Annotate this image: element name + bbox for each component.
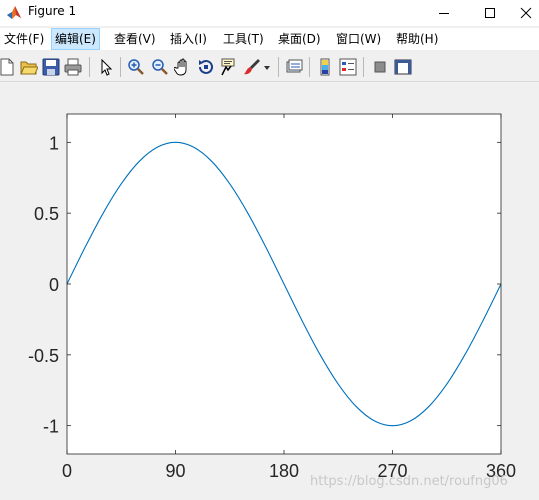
x-tick-label: 0: [62, 461, 72, 481]
save-icon[interactable]: [42, 58, 60, 76]
zoom-in-icon[interactable]: [127, 58, 145, 76]
brush-dropdown-icon[interactable]: [262, 58, 272, 76]
menu-edit[interactable]: 编辑(E): [51, 28, 100, 50]
brush-icon[interactable]: [243, 58, 261, 76]
menu-bar: 文件(F) 编辑(E) 查看(V) 插入(I) 工具(T) 桌面(D) 窗口(W…: [0, 28, 539, 50]
toolbar-separator: [363, 57, 364, 77]
menu-tools[interactable]: 工具(T): [220, 28, 267, 50]
y-tick-label: 0: [49, 275, 59, 295]
close-icon: [520, 7, 532, 19]
watermark-text: https://blog.csdn.net/roufng06: [310, 474, 508, 489]
insert-colorbar-icon[interactable]: [316, 58, 334, 76]
figure-canvas: 0 90 180 270 360 1 0.5 0 -0.5 -1: [0, 83, 539, 500]
matlab-logo-icon: [6, 5, 22, 21]
pan-hand-icon[interactable]: [174, 58, 192, 76]
link-plot-icon[interactable]: [285, 58, 303, 76]
toolbar-separator: [89, 57, 90, 77]
zoom-out-icon[interactable]: [151, 58, 169, 76]
insert-legend-icon[interactable]: [339, 58, 357, 76]
menu-file[interactable]: 文件(F): [1, 28, 47, 50]
rotate-3d-icon[interactable]: [197, 58, 215, 76]
y-tick-label: -1: [43, 417, 59, 437]
toolbar-separator: [309, 57, 310, 77]
minimize-icon: [439, 13, 449, 14]
sine-plot[interactable]: 0 90 180 270 36010.50-0.5-1: [0, 83, 539, 500]
menu-help[interactable]: 帮助(H): [393, 28, 441, 50]
pointer-icon[interactable]: [97, 58, 115, 76]
menu-desktop[interactable]: 桌面(D): [275, 28, 324, 50]
open-file-icon[interactable]: [20, 58, 38, 76]
menu-insert[interactable]: 插入(I): [167, 28, 210, 50]
maximize-icon: [485, 8, 495, 18]
close-button[interactable]: [513, 0, 539, 26]
print-icon[interactable]: [64, 58, 82, 76]
x-tick-label: 180: [269, 461, 299, 481]
new-figure-icon[interactable]: [0, 58, 16, 76]
y-tick-label: -0.5: [28, 346, 59, 366]
figure-toolbar: [0, 52, 539, 82]
figure-window: Figure 1 文件(F) 编辑(E) 查看(V) 插入(I) 工具(T) 桌…: [0, 0, 539, 500]
y-tick-label: 0.5: [34, 204, 59, 224]
window-title: Figure 1: [28, 4, 77, 18]
maximize-button[interactable]: [467, 0, 513, 26]
toolbar-separator: [278, 57, 279, 77]
show-plot-tools-icon[interactable]: [394, 58, 412, 76]
y-tick-label: 1: [49, 133, 59, 153]
data-cursor-icon[interactable]: [219, 58, 237, 76]
title-bar[interactable]: Figure 1: [0, 0, 539, 26]
menu-view[interactable]: 查看(V): [111, 28, 159, 50]
menu-window[interactable]: 窗口(W): [333, 28, 384, 50]
hide-plot-tools-icon[interactable]: [371, 58, 389, 76]
minimize-button[interactable]: [421, 0, 467, 26]
x-tick-label: 90: [165, 461, 185, 481]
toolbar-separator: [120, 57, 121, 77]
